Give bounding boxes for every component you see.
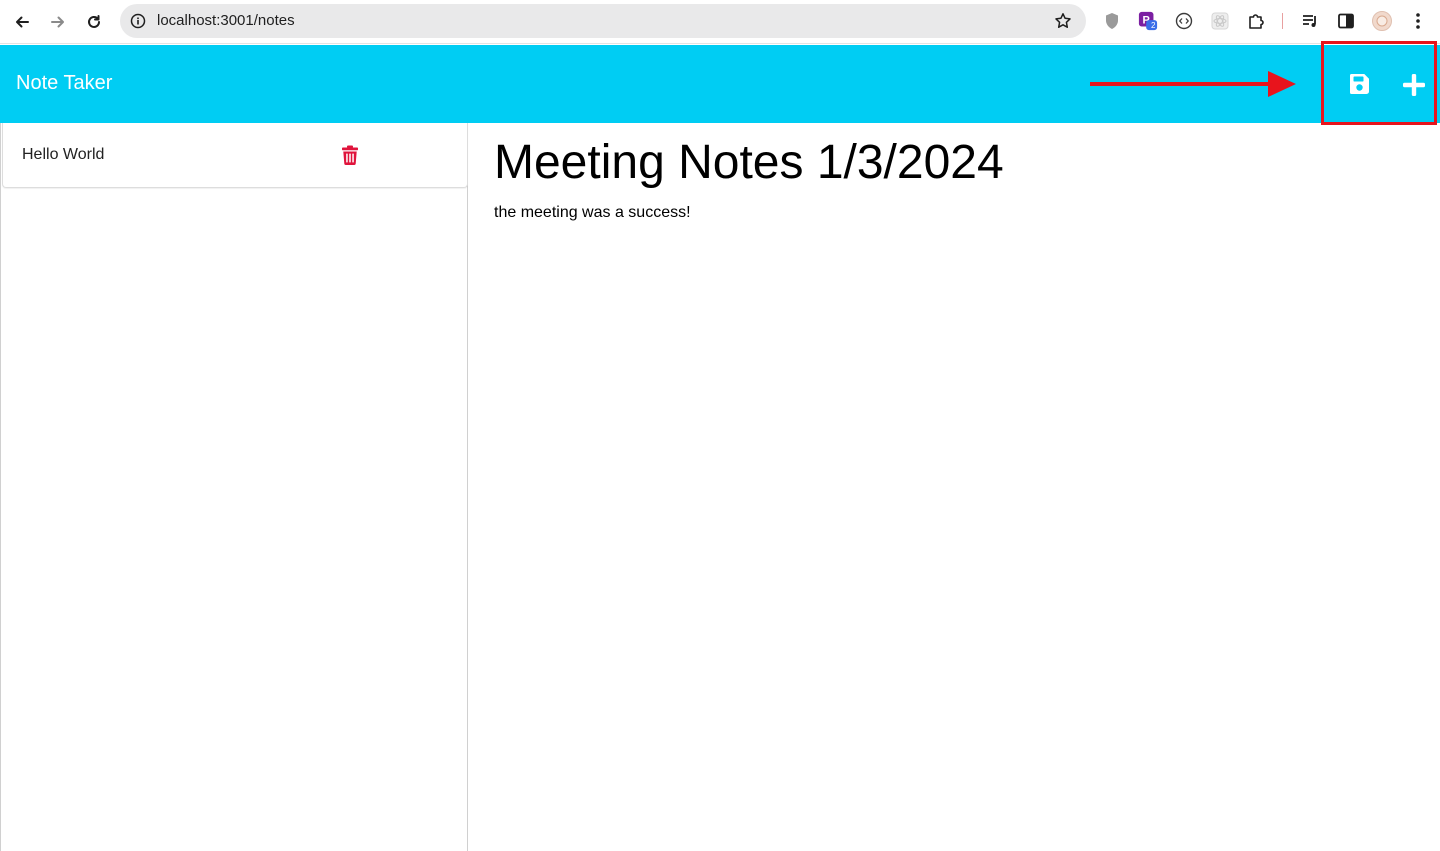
note-text-area[interactable]: the meeting was a success!: [494, 204, 691, 222]
app-title[interactable]: Note Taker: [16, 72, 112, 95]
toolbar-separator: [1282, 13, 1283, 29]
forward-icon[interactable]: [44, 8, 72, 36]
profile-avatar-icon[interactable]: [1372, 11, 1392, 31]
note-list-title[interactable]: Hello World: [22, 146, 104, 164]
save-icon: [1350, 74, 1369, 94]
plus-icon: [1403, 74, 1425, 96]
extension-badge: 2: [1151, 21, 1156, 30]
app-navbar: Note Taker: [0, 41, 1440, 125]
address-bar[interactable]: localhost:3001/notes: [120, 4, 1086, 38]
puzzle-extensions-icon[interactable]: [1246, 11, 1266, 31]
shield-extension-icon[interactable]: [1102, 11, 1122, 31]
bookmark-star-icon[interactable]: [1054, 12, 1072, 30]
code-extension-icon[interactable]: [1174, 11, 1194, 31]
trash-icon: [342, 145, 358, 165]
extension-p-icon[interactable]: P 2: [1138, 11, 1158, 31]
note-title-input[interactable]: Meeting Notes 1/3/2024: [494, 135, 1004, 190]
notes-sidebar: Hello World: [0, 123, 468, 851]
react-devtools-icon[interactable]: [1210, 11, 1230, 31]
new-note-button[interactable]: [1399, 70, 1429, 100]
list-item[interactable]: Hello World: [2, 123, 468, 188]
site-info-icon[interactable]: [130, 13, 146, 29]
save-note-button[interactable]: [1345, 70, 1373, 98]
annotation-arrow-icon: [1090, 71, 1296, 97]
reload-icon[interactable]: [80, 8, 108, 36]
kebab-menu-icon[interactable]: [1408, 11, 1428, 31]
sidepanel-icon[interactable]: [1336, 11, 1356, 31]
url-text[interactable]: localhost:3001/notes: [157, 12, 295, 29]
back-icon[interactable]: [8, 8, 36, 36]
delete-note-button[interactable]: [340, 144, 360, 166]
media-icon[interactable]: [1300, 11, 1320, 31]
browser-toolbar: localhost:3001/notes P 2: [0, 0, 1440, 44]
